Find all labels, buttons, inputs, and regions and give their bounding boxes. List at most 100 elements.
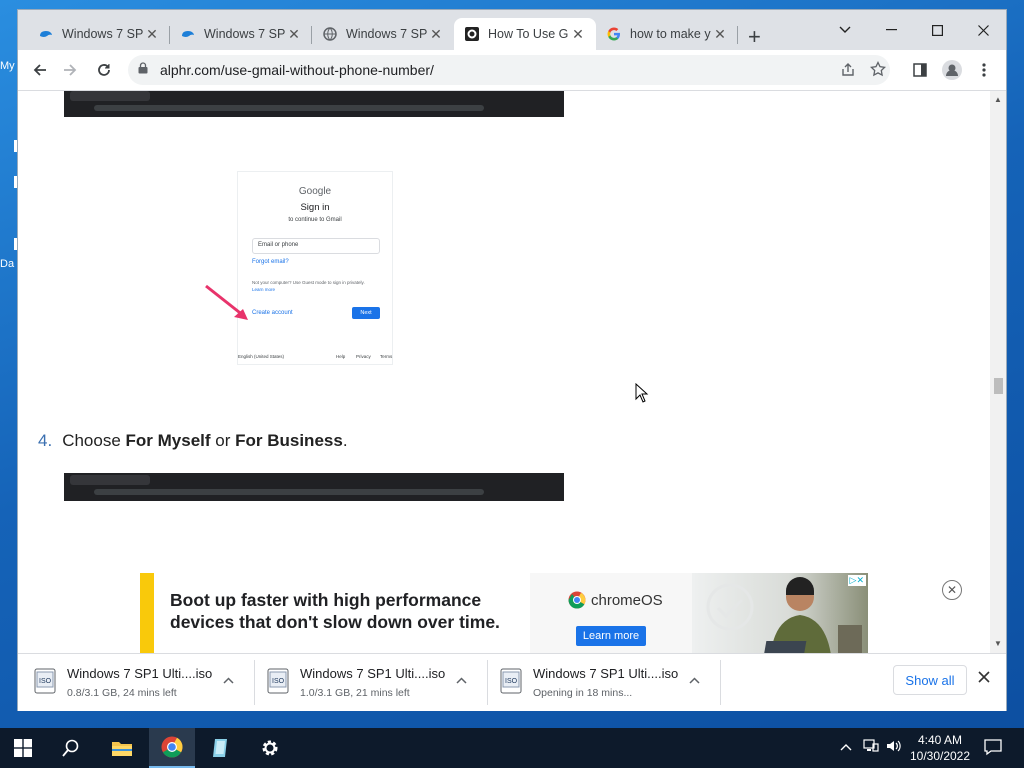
alphr-icon — [464, 26, 480, 42]
chevron-up-icon[interactable] — [689, 673, 700, 687]
browser-toolbar: alphr.com/use-gmail-without-phone-number… — [18, 50, 1006, 91]
chromeos-ad-banner[interactable]: Boot up faster with high performance dev… — [140, 573, 868, 653]
svg-text:ISO: ISO — [272, 678, 285, 685]
download-status: 0.8/3.1 GB, 24 mins left — [67, 687, 177, 699]
download-item[interactable]: ISO Windows 7 SP1 Ulti....iso 0.8/3.1 GB… — [18, 654, 250, 711]
chevron-up-icon[interactable] — [456, 673, 467, 687]
page-content: Google Sign in to continue to Gmail Emai… — [18, 91, 990, 653]
downloads-shelf: ISO Windows 7 SP1 Ulti....iso 0.8/3.1 GB… — [18, 653, 1006, 711]
language-selector[interactable]: English (United States) — [238, 354, 284, 359]
network-icon[interactable] — [863, 739, 879, 756]
chevron-up-icon[interactable] — [223, 673, 234, 687]
tab-windows-7-3[interactable]: Windows 7 SP ✕ — [312, 18, 454, 50]
download-filename: Windows 7 SP1 Ulti....iso — [300, 666, 446, 681]
forward-button[interactable] — [58, 58, 82, 82]
tab-windows-7-1[interactable]: Windows 7 SP ✕ — [28, 18, 170, 50]
scroll-down-arrow-icon[interactable]: ▼ — [994, 639, 1002, 648]
notification-icon[interactable] — [984, 738, 1002, 759]
screenshot-browser-bar — [64, 473, 564, 501]
close-icon[interactable]: ✕ — [712, 26, 728, 43]
download-item[interactable]: ISO Windows 7 SP1 Ulti....iso 1.0/3.1 GB… — [251, 654, 483, 711]
download-status: 1.0/3.1 GB, 21 mins left — [300, 687, 410, 699]
lock-icon[interactable] — [138, 61, 150, 79]
page-scrollbar[interactable]: ▲ ▼ — [990, 91, 1006, 653]
show-all-downloads-button[interactable]: Show all — [893, 665, 967, 695]
taskbar-settings[interactable] — [247, 728, 293, 768]
tab-how-to-make[interactable]: how to make y ✕ — [596, 18, 738, 50]
tab-windows-7-2[interactable]: Windows 7 SP ✕ — [170, 18, 312, 50]
privacy-link[interactable]: Privacy — [356, 354, 371, 359]
profile-avatar[interactable] — [940, 58, 964, 82]
bookmark-star-icon[interactable] — [869, 60, 887, 82]
system-clock[interactable]: 4:40 AM 10/30/2022 — [905, 732, 975, 764]
learn-more-link[interactable]: Learn more — [252, 287, 275, 292]
scroll-up-arrow-icon[interactable]: ▲ — [994, 95, 1002, 104]
screenshot-browser-bar — [64, 91, 564, 117]
iso-file-icon: ISO — [500, 668, 522, 694]
window-close-button[interactable] — [960, 16, 1006, 44]
start-button[interactable] — [0, 728, 46, 768]
screenshot-address — [94, 105, 484, 111]
taskbar-file-explorer[interactable] — [99, 728, 145, 768]
option-for-myself: For Myself — [125, 431, 211, 450]
minimize-button[interactable] — [868, 16, 914, 44]
screenshot-tab — [70, 475, 150, 485]
step-number: 4. — [38, 431, 53, 450]
clock-time: 4:40 AM — [917, 733, 963, 747]
volume-icon[interactable] — [886, 739, 902, 756]
download-separator — [720, 660, 721, 705]
tab-title: Windows 7 SP — [204, 27, 286, 41]
url-text: alphr.com/use-gmail-without-phone-number… — [160, 62, 434, 78]
gear-icon — [262, 740, 278, 756]
create-account-link[interactable]: Create account — [252, 310, 293, 316]
google-icon — [606, 26, 622, 42]
next-button[interactable]: Next — [352, 307, 380, 319]
ad-close-icon[interactable]: ✕ — [942, 580, 962, 600]
terms-link[interactable]: Terms — [380, 354, 392, 359]
ad-choices-icon[interactable]: ▷✕ — [847, 575, 866, 586]
search-button[interactable] — [48, 728, 94, 768]
email-field[interactable]: Email or phone — [252, 238, 380, 254]
ad-learn-more-button[interactable]: Learn more — [576, 626, 646, 646]
tray-chevron-up-icon[interactable] — [840, 739, 852, 754]
person-with-laptop-image — [762, 577, 862, 653]
chromeos-logo: chromeOS — [568, 591, 663, 609]
new-tab-button[interactable]: + — [748, 24, 761, 50]
taskbar-app-installer[interactable] — [198, 728, 244, 768]
google-logo-text: Google — [298, 186, 332, 197]
back-button[interactable] — [28, 58, 52, 82]
email-placeholder: Email or phone — [258, 242, 299, 248]
close-icon[interactable]: ✕ — [286, 26, 302, 43]
scrollbar-thumb[interactable] — [994, 378, 1003, 394]
download-item[interactable]: ISO Windows 7 SP1 Ulti....iso Opening in… — [484, 654, 716, 711]
ad-photo-person-laptop: ▷✕ — [692, 573, 868, 653]
desktop-icon-mark — [14, 238, 17, 250]
taskbar-chrome[interactable] — [149, 728, 195, 768]
address-bar[interactable]: alphr.com/use-gmail-without-phone-number… — [128, 55, 890, 85]
menu-kebab-icon[interactable] — [972, 58, 996, 82]
tab-search-chevron-icon[interactable] — [822, 16, 868, 44]
share-icon[interactable] — [840, 62, 856, 83]
clock-date: 10/30/2022 — [909, 749, 971, 763]
reload-button[interactable] — [92, 58, 116, 82]
folder-icon — [112, 742, 132, 756]
ad-accent-bar — [140, 573, 154, 653]
close-icon[interactable]: ✕ — [570, 26, 586, 43]
guest-mode-notice: Not your computer? Use Guest mode to sig… — [252, 280, 365, 285]
help-link[interactable]: Help — [336, 354, 345, 359]
signin-screenshot: Google Sign in to continue to Gmail Emai… — [237, 171, 393, 365]
tab-how-to-use-gmail[interactable]: How To Use G ✕ — [454, 18, 596, 50]
windows-taskbar: 4:40 AM 10/30/2022 — [0, 728, 1024, 768]
search-icon — [62, 739, 79, 757]
side-panel-icon[interactable] — [908, 58, 932, 82]
close-downloads-shelf-icon[interactable] — [978, 670, 990, 688]
globe-icon — [322, 26, 338, 42]
maximize-button[interactable] — [914, 16, 960, 44]
close-icon[interactable]: ✕ — [144, 26, 160, 43]
blue-cloud-icon — [38, 26, 54, 42]
desktop-icon-label[interactable]: My — [0, 60, 15, 72]
close-icon[interactable]: ✕ — [428, 26, 444, 43]
desktop-icon-label[interactable]: Da — [0, 258, 14, 270]
forgot-email-link[interactable]: Forgot email? — [252, 259, 289, 265]
tab-title: How To Use G — [488, 27, 569, 41]
